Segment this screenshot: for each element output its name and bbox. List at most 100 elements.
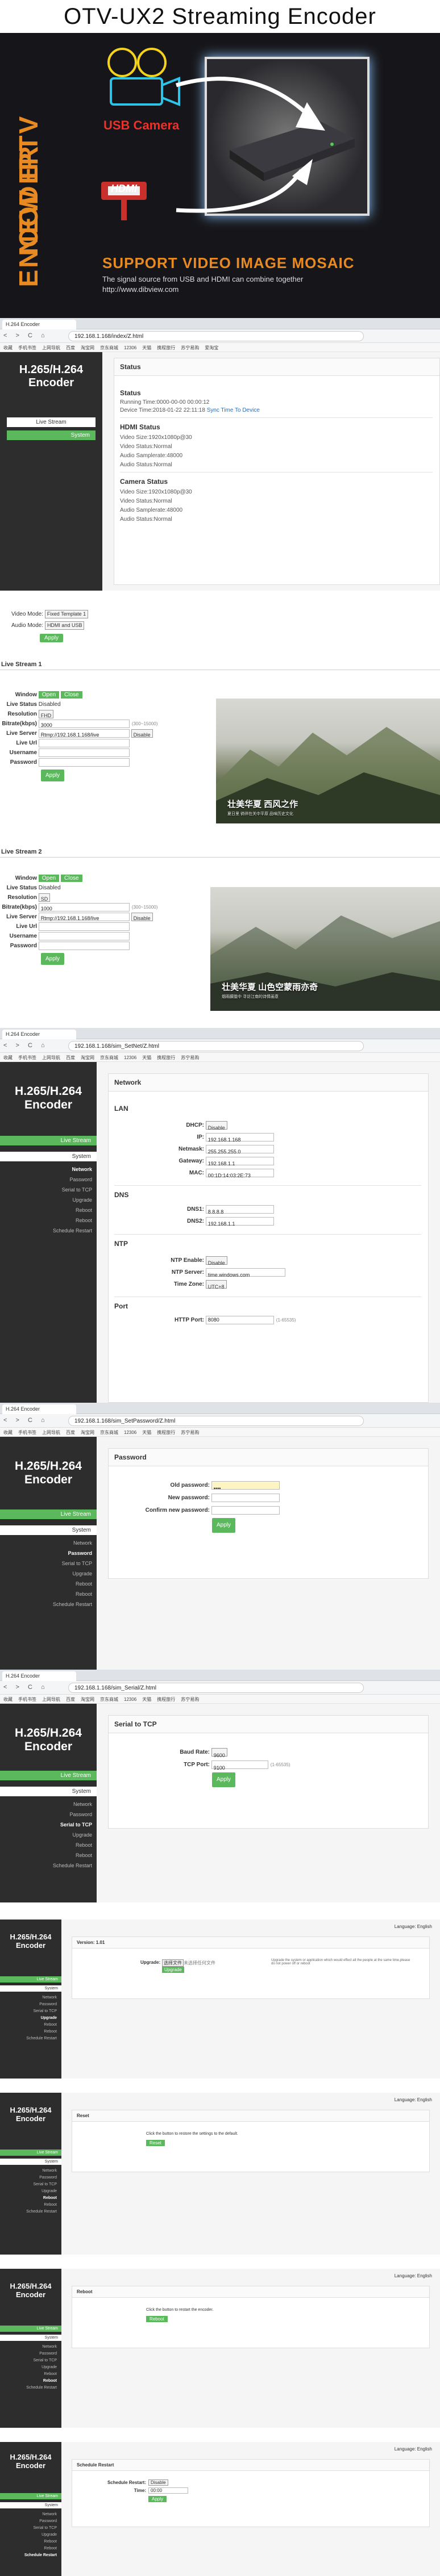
bookmark[interactable]: 收藏 — [3, 1697, 13, 1702]
password-input[interactable] — [38, 941, 130, 950]
bookmark[interactable]: 12306 — [124, 1430, 136, 1435]
url-field[interactable]: 192.168.1.168/sim_SetPassword/Z.html — [68, 1416, 364, 1426]
bookmark[interactable]: 苏宁易购 — [181, 1430, 199, 1435]
bookmark[interactable]: 百度 — [66, 1430, 75, 1435]
sidebar-item-network[interactable]: Network — [42, 2512, 57, 2516]
sidebar-item-reboot[interactable]: Reboot — [76, 1218, 92, 1223]
schedule-select[interactable]: Disable — [148, 2479, 168, 2486]
sidebar-item-reboot[interactable]: Reboot — [76, 1207, 92, 1213]
url-field[interactable]: 192.168.1.168/sim_Serial/Z.html — [68, 1683, 364, 1693]
bookmark[interactable]: 12306 — [124, 1055, 136, 1060]
live-server-input[interactable]: Rtmp://192.168.1.168/live — [38, 729, 130, 738]
browser-nav-icons[interactable]: < > C ⌂ — [3, 1684, 48, 1691]
bookmark[interactable]: 上网导航 — [42, 1697, 60, 1702]
video-mode-select[interactable]: Fixed Template 1 — [44, 610, 89, 618]
browser-tab[interactable]: H.264 Encoder — [2, 1671, 76, 1681]
sidebar-item-password[interactable]: Password — [68, 1550, 92, 1556]
protocol-select[interactable]: Disable — [131, 729, 153, 738]
time-input[interactable]: 00:00 — [148, 2487, 188, 2494]
system-button[interactable]: System — [0, 2502, 61, 2508]
bookmark[interactable]: 携程旅行 — [157, 1697, 175, 1702]
sidebar-item-reboot[interactable]: Reboot — [76, 1581, 92, 1587]
browser-nav-icons[interactable]: < > C ⌂ — [3, 332, 48, 339]
bitrate-input[interactable]: 1000 — [38, 902, 130, 911]
language-select[interactable]: Language: English — [395, 2273, 432, 2278]
ip-input[interactable]: 192.168.1.168 — [205, 1132, 274, 1143]
open-button[interactable]: Open — [38, 691, 60, 699]
bookmark[interactable]: 天猫 — [142, 345, 151, 350]
bookmark[interactable]: 淘宝网 — [81, 1697, 94, 1702]
bookmark[interactable]: 京东商城 — [100, 1697, 118, 1702]
bookmark[interactable]: 收藏 — [3, 1430, 13, 1435]
sidebar-item-schedule[interactable]: Schedule Restart — [53, 1228, 92, 1233]
ntp-server-input[interactable]: time.windows.com — [205, 1268, 285, 1278]
language-select[interactable]: Language: English — [395, 2447, 432, 2452]
bookmark[interactable]: 携程旅行 — [157, 1055, 175, 1060]
bitrate-input[interactable]: 3000 — [38, 719, 130, 728]
browser-tab[interactable]: H.264 Encoder — [2, 320, 76, 329]
password-input[interactable] — [38, 758, 130, 767]
live-stream-button[interactable]: Live Stream — [0, 1771, 97, 1780]
bookmark[interactable]: 12306 — [124, 1697, 136, 1702]
live-server-input[interactable]: Rtmp://192.168.1.168/live — [38, 912, 130, 921]
sidebar-item-network[interactable]: Network — [73, 1801, 92, 1807]
system-button[interactable]: System — [7, 430, 96, 440]
apply-button[interactable]: Apply — [41, 953, 65, 965]
bookmark[interactable]: 12306 — [124, 345, 136, 350]
apply-button[interactable]: Apply — [212, 1772, 236, 1787]
sidebar-item-password[interactable]: Password — [69, 1177, 92, 1182]
bookmark[interactable]: 京东商城 — [100, 345, 118, 350]
bookmark[interactable]: 收藏 — [3, 1055, 13, 1060]
system-button[interactable]: System — [0, 1787, 97, 1796]
bookmark[interactable]: 苏宁易购 — [181, 1697, 199, 1702]
sidebar-item-upgrade[interactable]: Upgrade — [72, 1832, 92, 1838]
bookmark[interactable]: 百度 — [66, 1055, 75, 1060]
bookmark[interactable]: 京东商城 — [100, 1055, 118, 1060]
choose-file-button[interactable]: 选择文件 — [162, 1959, 184, 1967]
sidebar-item-upgrade[interactable]: Upgrade — [72, 1571, 92, 1576]
bookmark[interactable]: 淘宝网 — [81, 1055, 94, 1060]
browser-nav-icons[interactable]: < > C ⌂ — [3, 1417, 48, 1424]
dns1-input[interactable]: 8.8.8.8 — [205, 1205, 274, 1215]
sidebar-item-reset[interactable]: Reboot — [44, 2540, 57, 2544]
live-stream-button[interactable]: Live Stream — [0, 1136, 97, 1145]
bookmark[interactable]: 淘宝网 — [81, 345, 94, 350]
tcp-port-input[interactable]: 9100 — [211, 1760, 268, 1771]
live-stream-button[interactable]: Live Stream — [7, 417, 96, 427]
new-password-input[interactable] — [211, 1493, 280, 1502]
bookmark[interactable]: 天猫 — [142, 1697, 151, 1702]
username-input[interactable] — [38, 748, 130, 757]
bookmark[interactable]: 京东商城 — [100, 1430, 118, 1435]
browser-tab[interactable]: H.264 Encoder — [2, 1404, 76, 1414]
gateway-input[interactable]: 192.168.1.1 — [205, 1156, 274, 1166]
username-input[interactable] — [38, 931, 130, 940]
apply-button[interactable]: Apply — [212, 1518, 236, 1533]
bookmark[interactable]: 手机书签 — [18, 345, 36, 350]
sidebar-item-reboot[interactable]: Reboot — [76, 1591, 92, 1597]
browser-tab[interactable]: H.264 Encoder — [2, 1030, 76, 1039]
apply-button[interactable]: Apply — [148, 2496, 167, 2502]
sidebar-item-upgrade[interactable]: Upgrade — [41, 2016, 57, 2020]
bookmark[interactable]: 手机书签 — [18, 1055, 36, 1060]
sidebar-item-reset[interactable]: Reboot — [43, 2196, 57, 2200]
resolution-select[interactable]: SD — [38, 893, 51, 902]
sidebar-item-serial[interactable]: Serial to TCP — [34, 2182, 57, 2186]
close-button[interactable]: Close — [61, 691, 82, 699]
sidebar-item-password[interactable]: Password — [69, 1812, 92, 1817]
bookmark[interactable]: 携程旅行 — [157, 345, 175, 350]
sidebar-item-network[interactable]: Network — [42, 2169, 57, 2173]
sidebar-item-serial[interactable]: Serial to TCP — [62, 1187, 92, 1193]
dhcp-select[interactable]: Disable — [205, 1120, 227, 1131]
apply-button[interactable]: Apply — [40, 634, 64, 642]
sidebar-item-network[interactable]: Network — [72, 1166, 92, 1172]
sidebar-item-schedule[interactable]: Schedule Restart — [24, 2553, 57, 2557]
bookmark[interactable]: 上网导航 — [42, 1055, 60, 1060]
sidebar-item-reboot[interactable]: Reboot — [44, 2030, 57, 2034]
baud-rate-select[interactable]: 9600 — [211, 1747, 227, 1758]
system-button[interactable]: System — [0, 1152, 97, 1161]
http-port-input[interactable]: 8080 — [205, 1316, 274, 1324]
sidebar-item-password[interactable]: Password — [39, 2002, 57, 2006]
bookmark[interactable]: 天猫 — [142, 1430, 151, 1435]
url-field[interactable]: 192.168.1.168/sim_SetNet/Z.html — [68, 1041, 364, 1051]
sidebar-item-reboot[interactable]: Reboot — [76, 1852, 92, 1858]
